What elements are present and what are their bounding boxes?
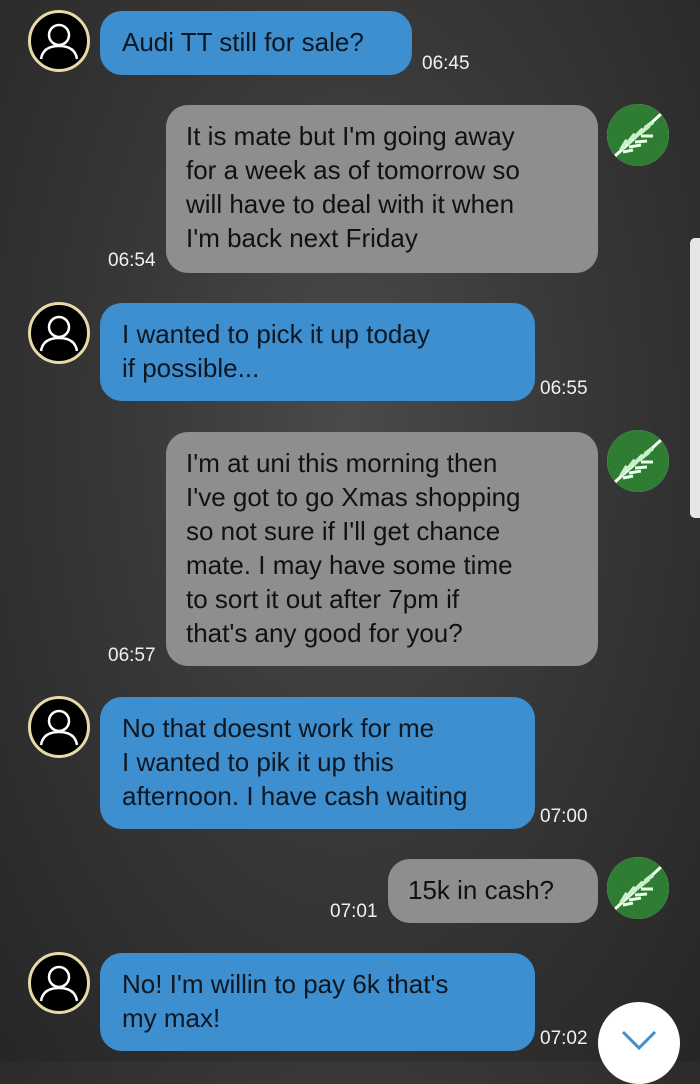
- message-time: 06:45: [422, 53, 470, 74]
- message-time: 06:55: [540, 378, 588, 399]
- seller-avatar-icon[interactable]: [607, 857, 669, 919]
- buyer-avatar-icon[interactable]: [28, 302, 90, 364]
- message-time: 06:54: [108, 250, 156, 271]
- message-bubble[interactable]: No! I'm willin to pay 6k that's my max!: [100, 953, 535, 1051]
- message-time: 07:02: [540, 1028, 588, 1049]
- buyer-avatar-icon[interactable]: [28, 952, 90, 1014]
- message-time: 07:00: [540, 806, 588, 827]
- seller-avatar-icon[interactable]: [607, 430, 669, 492]
- message-time: 07:01: [330, 901, 378, 922]
- buyer-avatar-icon[interactable]: [28, 10, 90, 72]
- buyer-avatar-icon[interactable]: [28, 696, 90, 758]
- scroll-down-button[interactable]: [598, 1002, 680, 1084]
- message-bubble[interactable]: No that doesnt work for me I wanted to p…: [100, 697, 535, 829]
- scrollbar[interactable]: [690, 238, 700, 518]
- seller-avatar-icon[interactable]: [607, 104, 669, 166]
- message-bubble[interactable]: Audi TT still for sale?: [100, 11, 412, 75]
- chevron-down-icon: [621, 1030, 657, 1051]
- message-bubble[interactable]: 15k in cash?: [388, 859, 598, 923]
- message-bubble[interactable]: I'm at uni this morning then I've got to…: [166, 432, 598, 666]
- message-bubble[interactable]: I wanted to pick it up today if possible…: [100, 303, 535, 401]
- message-bubble[interactable]: It is mate but I'm going away for a week…: [166, 105, 598, 273]
- message-time: 06:57: [108, 645, 156, 666]
